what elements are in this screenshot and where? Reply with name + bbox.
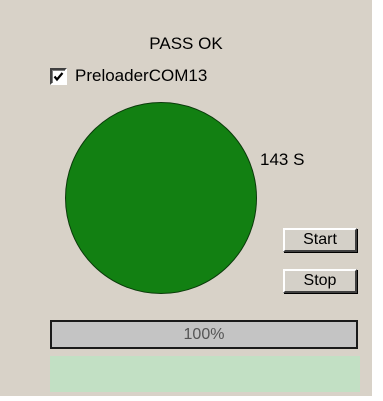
- port-row[interactable]: PreloaderCOM13: [50, 66, 207, 86]
- stop-button[interactable]: Stop: [283, 269, 357, 293]
- tool-panel: PASS OK PreloaderCOM13 143 S Start Stop …: [0, 0, 372, 396]
- elapsed-time-text: 143 S: [260, 150, 305, 169]
- status-text: PASS OK: [149, 34, 223, 53]
- port-checkbox[interactable]: [50, 67, 67, 85]
- log-area: [50, 356, 360, 392]
- start-button[interactable]: Start: [283, 228, 357, 252]
- progress-bar: 100%: [50, 320, 358, 349]
- checkmark-icon: [53, 71, 64, 81]
- port-label: PreloaderCOM13: [75, 66, 208, 85]
- progress-label: 100%: [183, 326, 225, 343]
- status-indicator-circle: [65, 102, 257, 294]
